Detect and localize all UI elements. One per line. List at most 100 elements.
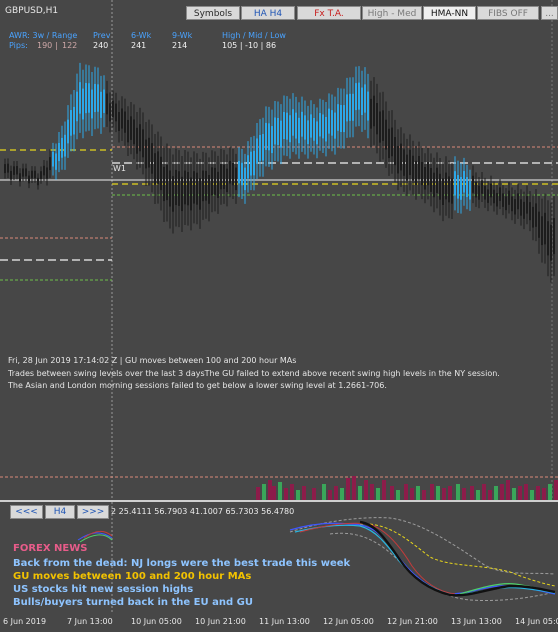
candle-body <box>199 178 201 210</box>
candle-body <box>73 106 75 135</box>
high-med-button[interactable]: High - Med <box>362 6 422 20</box>
candle-body <box>481 180 483 194</box>
candle-body <box>187 171 189 206</box>
candle-body <box>346 94 348 122</box>
candle-body <box>301 111 303 137</box>
candle-body <box>208 175 210 204</box>
volume-bar <box>364 480 368 500</box>
volume-bar <box>430 484 434 500</box>
candle-body <box>328 108 330 134</box>
candle-body <box>94 83 96 113</box>
candle-body <box>283 112 285 140</box>
candle-body <box>115 103 117 122</box>
candle-body <box>442 178 444 205</box>
volume-bar <box>334 486 338 500</box>
forex-news-item[interactable]: GU moves between 100 and 200 hour MAs <box>13 571 251 582</box>
candle-body <box>373 95 375 127</box>
time-tick: 13 Jun 13:00 <box>451 617 502 626</box>
candle-body <box>256 138 258 164</box>
volume-bar <box>530 490 534 500</box>
candle-body <box>472 175 474 193</box>
candle-body <box>166 164 168 201</box>
candle-body <box>454 171 456 196</box>
candle-body <box>274 117 276 145</box>
candle-body <box>268 123 270 151</box>
candle-body <box>85 82 87 114</box>
volume-bar <box>376 488 380 500</box>
indicator-panel[interactable]: <<< H4 >>> 2 25.4111 56.7903 41.1007 65.… <box>0 500 558 613</box>
candle-body <box>226 168 228 193</box>
candle-body <box>259 134 261 161</box>
prev-value: 240 <box>93 41 109 50</box>
candle-body <box>436 167 438 193</box>
candle-body <box>70 110 72 136</box>
forex-news-item[interactable]: Back from the dead: NJ longs were the be… <box>13 558 350 569</box>
candle-body <box>397 146 399 174</box>
candle-body <box>529 202 531 221</box>
candle-body <box>355 83 357 111</box>
price-chart[interactable]: GBPUSD,H1 Symbols HA H4 Fx T.A. High - M… <box>0 0 558 500</box>
candle-body <box>544 212 546 245</box>
volume-bar <box>536 486 540 500</box>
forex-news-item[interactable]: Bulls/buyers turned back in the EU and G… <box>13 597 253 608</box>
candle-body <box>478 185 480 200</box>
candle-body <box>331 110 333 136</box>
time-tick: 11 Jun 13:00 <box>259 617 310 626</box>
candle-body <box>19 173 21 182</box>
fx-ta-button[interactable]: Fx T.A. <box>297 6 361 20</box>
candle-body <box>118 112 120 131</box>
candle-body <box>28 175 30 184</box>
candle-body <box>58 143 60 162</box>
candle-body <box>196 172 198 205</box>
volume-bar <box>296 490 300 500</box>
extra-button[interactable]: ... <box>541 6 558 20</box>
candle-body <box>178 171 180 206</box>
candle-body <box>352 93 354 121</box>
candle-body <box>244 167 246 191</box>
news-body-line-1: Trades between swing levels over the las… <box>8 369 500 378</box>
candle-body <box>358 82 360 110</box>
nav-timeframe-button[interactable]: H4 <box>45 505 75 519</box>
candle-body <box>169 170 171 207</box>
candle-body <box>316 121 318 145</box>
news-body-line-2: The Asian and London morning sessions fa… <box>8 381 387 390</box>
candle-body <box>532 206 534 228</box>
nav-prev-button[interactable]: <<< <box>10 505 43 519</box>
candle-body <box>415 160 417 185</box>
time-tick: 7 Jun 13:00 <box>67 617 113 626</box>
candle-body <box>334 112 336 139</box>
candle-body <box>262 134 264 161</box>
candle-body <box>295 112 297 139</box>
candle-body <box>127 119 129 143</box>
candle-body <box>241 162 243 186</box>
nav-next-button[interactable]: >>> <box>77 505 109 519</box>
candle-body <box>469 181 471 200</box>
hma-nn-button[interactable]: HMA-NN <box>423 6 476 20</box>
nine-week-value: 214 <box>172 41 188 50</box>
candle-body <box>370 98 372 129</box>
candle-body <box>379 111 381 143</box>
symbols-button[interactable]: Symbols <box>186 6 240 20</box>
fibs-off-button[interactable]: FIBS OFF <box>477 6 539 20</box>
volume-bar <box>256 487 260 500</box>
candle-body <box>313 118 315 141</box>
candle-body <box>538 211 540 238</box>
candle-body <box>490 183 492 198</box>
candle-body <box>214 167 216 195</box>
volume-bar <box>476 490 480 500</box>
candle-body <box>367 91 369 121</box>
candle-body <box>247 155 249 179</box>
candle-body <box>496 192 498 207</box>
volume-bar <box>436 486 440 500</box>
candle-body <box>514 199 516 215</box>
ha-h4-button[interactable]: HA H4 <box>241 6 295 20</box>
candle-body <box>277 117 279 145</box>
candle-body <box>502 193 504 207</box>
candle-body <box>91 89 93 119</box>
forex-news-item[interactable]: US stocks hit new session highs <box>13 584 193 595</box>
awr-label: AWR: 3w / Range <box>9 31 78 40</box>
candle-body <box>154 153 156 185</box>
candle-body <box>487 189 489 203</box>
candle-body <box>79 82 81 114</box>
candle-body <box>508 190 510 205</box>
